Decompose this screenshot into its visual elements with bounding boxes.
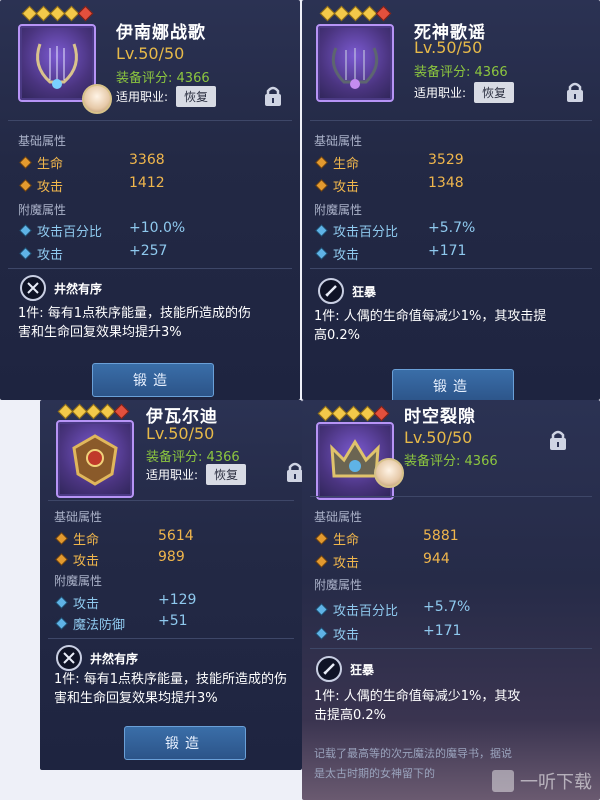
stat-atk: 攻击 [20,176,63,195]
job-row: 适用职业: 恢复 [414,82,515,103]
base-title: 基础属性 [314,134,363,148]
ench-2: 攻击 [316,624,359,643]
stat-hp-value: 5881 [423,528,459,544]
forge-button[interactable]: 锻造 [92,363,214,397]
job-row: 适用职业: 恢复 [146,464,247,485]
stat-atk-value: 1348 [428,175,464,191]
lock-icon[interactable] [564,80,586,104]
ench-1-value: +10.0% [129,220,186,236]
character-avatar [82,84,112,114]
ench-1: 攻击百分比 [316,221,398,240]
item-level: Lv.50/50 [146,424,215,443]
skill-desc: 1件: 每有1点秩序能量，技能所造成的伤 害和生命回复效果均提升3% [18,306,252,340]
watermark-logo-icon [492,770,514,792]
star-rating [319,5,392,22]
stat-hp-value: 3529 [428,152,464,168]
skill-header: 井然有序 [20,275,102,301]
skill-desc: 1件: 人偶的生命值每减少1%，其攻击提高0.2% [314,689,521,723]
stat-atk-value: 989 [158,549,185,565]
job-row: 适用职业: 恢复 [116,86,217,107]
ench-1-value: +5.7% [428,220,476,236]
ench-1: 攻击 [56,593,99,612]
ench-2: 攻击 [316,244,359,263]
job-button[interactable]: 恢复 [474,82,515,103]
character-avatar [374,458,404,488]
lock-icon[interactable] [262,84,284,108]
ench-1-value: +5.7% [423,599,471,615]
ench-title: 附魔属性 [314,578,363,592]
item-portrait-crown-shield [56,420,134,498]
forge-button[interactable]: 锻造 [392,369,514,400]
equip-score: 装备评分: 4366 [404,454,498,469]
base-title: 基础属性 [54,510,103,524]
stat-atk: 攻击 [56,550,99,569]
ench-title: 附魔属性 [314,203,363,217]
equip-score: 装备评分: 4366 [116,71,210,86]
sword-icon [318,278,344,304]
ench-2: 魔法防御 [56,614,125,633]
job-button[interactable]: 恢复 [176,86,217,107]
equipment-card-4: 时空裂隙 Lv.50/50 装备评分: 4366 基础属性 生命 5881 攻击… [302,400,600,800]
star-rating [317,405,390,422]
ench-2-value: +51 [158,613,188,629]
skill-header: 狂暴 [318,278,376,304]
stat-atk: 攻击 [316,176,359,195]
base-title: 基础属性 [314,510,363,524]
item-level: Lv.50/50 [414,38,483,57]
crossed-swords-icon [20,275,46,301]
stat-hp-value: 5614 [158,528,194,544]
item-name: 伊南娜战歌 [116,23,206,43]
item-level: Lv.50/50 [116,44,185,63]
equip-score: 装备评分: 4366 [414,65,508,80]
ench-2-value: +257 [129,243,168,259]
ench-1-value: +129 [158,592,197,608]
skill-header: 狂暴 [316,656,374,682]
item-name: 时空裂隙 [404,407,476,427]
job-button[interactable]: 恢复 [206,464,247,485]
stat-hp-value: 3368 [129,152,165,168]
stat-atk-value: 944 [423,551,450,567]
item-level: Lv.50/50 [404,428,473,447]
skill-header: 井然有序 [56,645,138,671]
watermark: 一听下载 [492,768,592,794]
ench-1: 攻击百分比 [316,600,398,619]
lock-icon[interactable] [547,428,569,452]
ench-2-value: +171 [428,243,467,259]
equipment-card-1: 伊南娜战歌 Lv.50/50 装备评分: 4366 适用职业: 恢复 基础属性 生… [0,0,300,400]
forge-button[interactable]: 锻造 [124,726,246,760]
item-portrait-harp [316,24,394,102]
equipment-card-2: 死神歌谣 Lv.50/50 装备评分: 4366 适用职业: 恢复 基础属性 生命… [302,0,600,400]
stat-hp: 生命 [316,153,359,172]
stat-hp: 生命 [20,153,63,172]
sword-icon [316,656,342,682]
ench-2: 攻击 [20,244,63,263]
skill-desc: 1件: 人偶的生命值每减少1%，其攻击提高0.2% [314,309,547,343]
ench-1: 攻击百分比 [20,221,102,240]
stat-hp: 生命 [56,529,99,548]
base-title: 基础属性 [18,134,67,148]
lock-icon[interactable] [284,460,302,484]
equipment-card-3: 伊瓦尔迪 Lv.50/50 装备评分: 4366 适用职业: 恢复 基础属性 生命… [40,400,302,770]
star-rating [21,5,94,22]
ench-2-value: +171 [423,623,462,639]
ench-title: 附魔属性 [54,574,103,588]
crossed-swords-icon [56,645,82,671]
stat-hp: 生命 [316,529,359,548]
stat-atk: 攻击 [316,552,359,571]
skill-desc: 1件: 每有1点秩序能量，技能所造成的伤 害和生命回复效果均提升3% [54,672,288,706]
ench-title: 附魔属性 [18,203,67,217]
equip-score: 装备评分: 4366 [146,450,240,465]
stat-atk-value: 1412 [129,175,165,191]
star-rating [57,403,130,420]
